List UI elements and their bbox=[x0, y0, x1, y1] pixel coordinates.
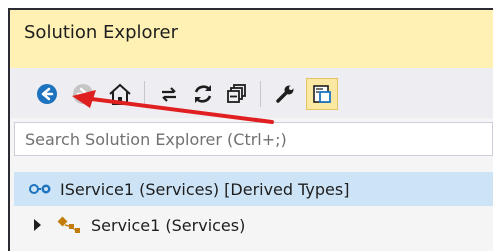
tree-item-iservice1[interactable]: IService1 (Services) [Derived Types] bbox=[14, 172, 493, 206]
sync-icon bbox=[162, 87, 176, 102]
back-icon bbox=[37, 84, 57, 104]
collapse-all-icon bbox=[227, 84, 246, 103]
solution-explorer-window: Solution Explorer Search Solution Explor… bbox=[8, 8, 493, 251]
preview-icon bbox=[313, 85, 331, 103]
toolbar-separator bbox=[144, 81, 145, 107]
interface-icon bbox=[29, 184, 51, 194]
home-icon bbox=[109, 83, 131, 105]
tree-item-service1[interactable]: Service1 (Services) bbox=[14, 208, 493, 242]
back-button[interactable] bbox=[32, 78, 62, 110]
refresh-icon bbox=[194, 85, 212, 103]
search-input[interactable] bbox=[15, 123, 492, 155]
toolbar bbox=[10, 68, 493, 118]
search-box[interactable] bbox=[14, 122, 493, 156]
tree-item-label: IService1 (Services) [Derived Types] bbox=[60, 179, 350, 199]
toolbar-separator bbox=[260, 81, 261, 107]
wrench-icon bbox=[276, 85, 294, 103]
tree-item-label: Service1 (Services) bbox=[91, 215, 246, 235]
collapse-all-button[interactable] bbox=[222, 78, 252, 110]
title-bar: Solution Explorer bbox=[10, 10, 493, 68]
properties-button[interactable] bbox=[270, 78, 300, 110]
forward-button[interactable] bbox=[68, 78, 98, 110]
window-title: Solution Explorer bbox=[24, 22, 178, 43]
home-button[interactable] bbox=[104, 78, 136, 110]
class-icon bbox=[57, 216, 80, 233]
expand-arrow-icon[interactable] bbox=[34, 219, 41, 231]
preview-selected-items-button[interactable] bbox=[306, 78, 338, 110]
solution-tree: IService1 (Services) [Derived Types] Ser… bbox=[10, 160, 493, 251]
sync-button[interactable] bbox=[154, 78, 184, 110]
refresh-button[interactable] bbox=[188, 78, 218, 110]
forward-icon bbox=[73, 84, 93, 104]
